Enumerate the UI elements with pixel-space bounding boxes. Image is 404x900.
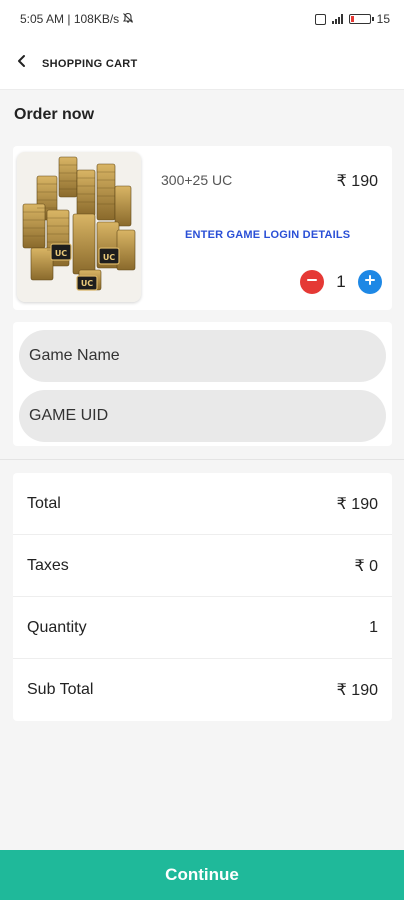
summary-row-total: Total ₹ 190 xyxy=(13,473,392,535)
status-bar: 5:05 AM | 108KB/s 15 xyxy=(0,0,404,38)
enter-login-details-link[interactable]: ENTER GAME LOGIN DETAILS xyxy=(185,229,350,241)
coin-uc-text-2: UC xyxy=(103,253,115,262)
game-uid-input[interactable] xyxy=(19,390,386,442)
summary-value: 1 xyxy=(369,618,378,636)
game-name-input[interactable] xyxy=(19,330,386,382)
product-name: 300+25 UC xyxy=(161,172,233,188)
summary-row-quantity: Quantity 1 xyxy=(13,597,392,659)
status-time: 5:05 AM | 108KB/s xyxy=(20,12,120,26)
sim-icon xyxy=(314,13,326,25)
quantity-value: 1 xyxy=(336,272,346,291)
summary-label: Total xyxy=(27,494,61,512)
summary-label: Taxes xyxy=(27,556,69,574)
order-section-title: Order now xyxy=(14,106,95,123)
summary-label: Quantity xyxy=(27,618,87,636)
status-right: 15 xyxy=(314,12,390,26)
quantity-stepper: 1 xyxy=(300,270,382,294)
status-left: 5:05 AM | 108KB/s xyxy=(20,12,134,27)
game-login-form xyxy=(13,322,392,446)
minus-icon xyxy=(306,273,318,291)
summary-row-taxes: Taxes ₹ 0 xyxy=(13,535,392,597)
product-price: ₹ 190 xyxy=(336,173,378,190)
product-card: UC UC UC 300+25 UC ₹ 190 ENTER GAME LOGI… xyxy=(13,146,392,310)
back-button[interactable] xyxy=(0,42,44,86)
increase-quantity-button[interactable] xyxy=(358,270,382,294)
summary-label: Sub Total xyxy=(27,681,94,698)
page-title: SHOPPING CART xyxy=(42,57,138,70)
summary-value: ₹ 190 xyxy=(336,682,378,699)
app-header: SHOPPING CART xyxy=(0,38,404,90)
section-divider xyxy=(0,459,404,460)
plus-icon xyxy=(364,273,376,291)
battery-level: 15 xyxy=(376,12,390,26)
continue-button[interactable]: Continue xyxy=(0,850,404,900)
signal-icon xyxy=(331,14,343,24)
uc-coins-image: UC UC UC xyxy=(17,152,141,302)
coin-uc-text-1: UC xyxy=(55,249,67,258)
order-summary: Total ₹ 190 Taxes ₹ 0 Quantity 1 Sub Tot… xyxy=(13,473,392,721)
back-arrow-icon xyxy=(15,54,29,73)
product-image: UC UC UC xyxy=(17,152,141,302)
decrease-quantity-button[interactable] xyxy=(300,270,324,294)
summary-value: ₹ 0 xyxy=(354,557,378,575)
battery-icon xyxy=(348,14,374,24)
muted-bell-icon xyxy=(122,12,134,27)
summary-row-subtotal: Sub Total ₹ 190 xyxy=(13,659,392,721)
summary-value: ₹ 190 xyxy=(336,495,378,513)
coin-uc-text-3: UC xyxy=(81,279,93,288)
